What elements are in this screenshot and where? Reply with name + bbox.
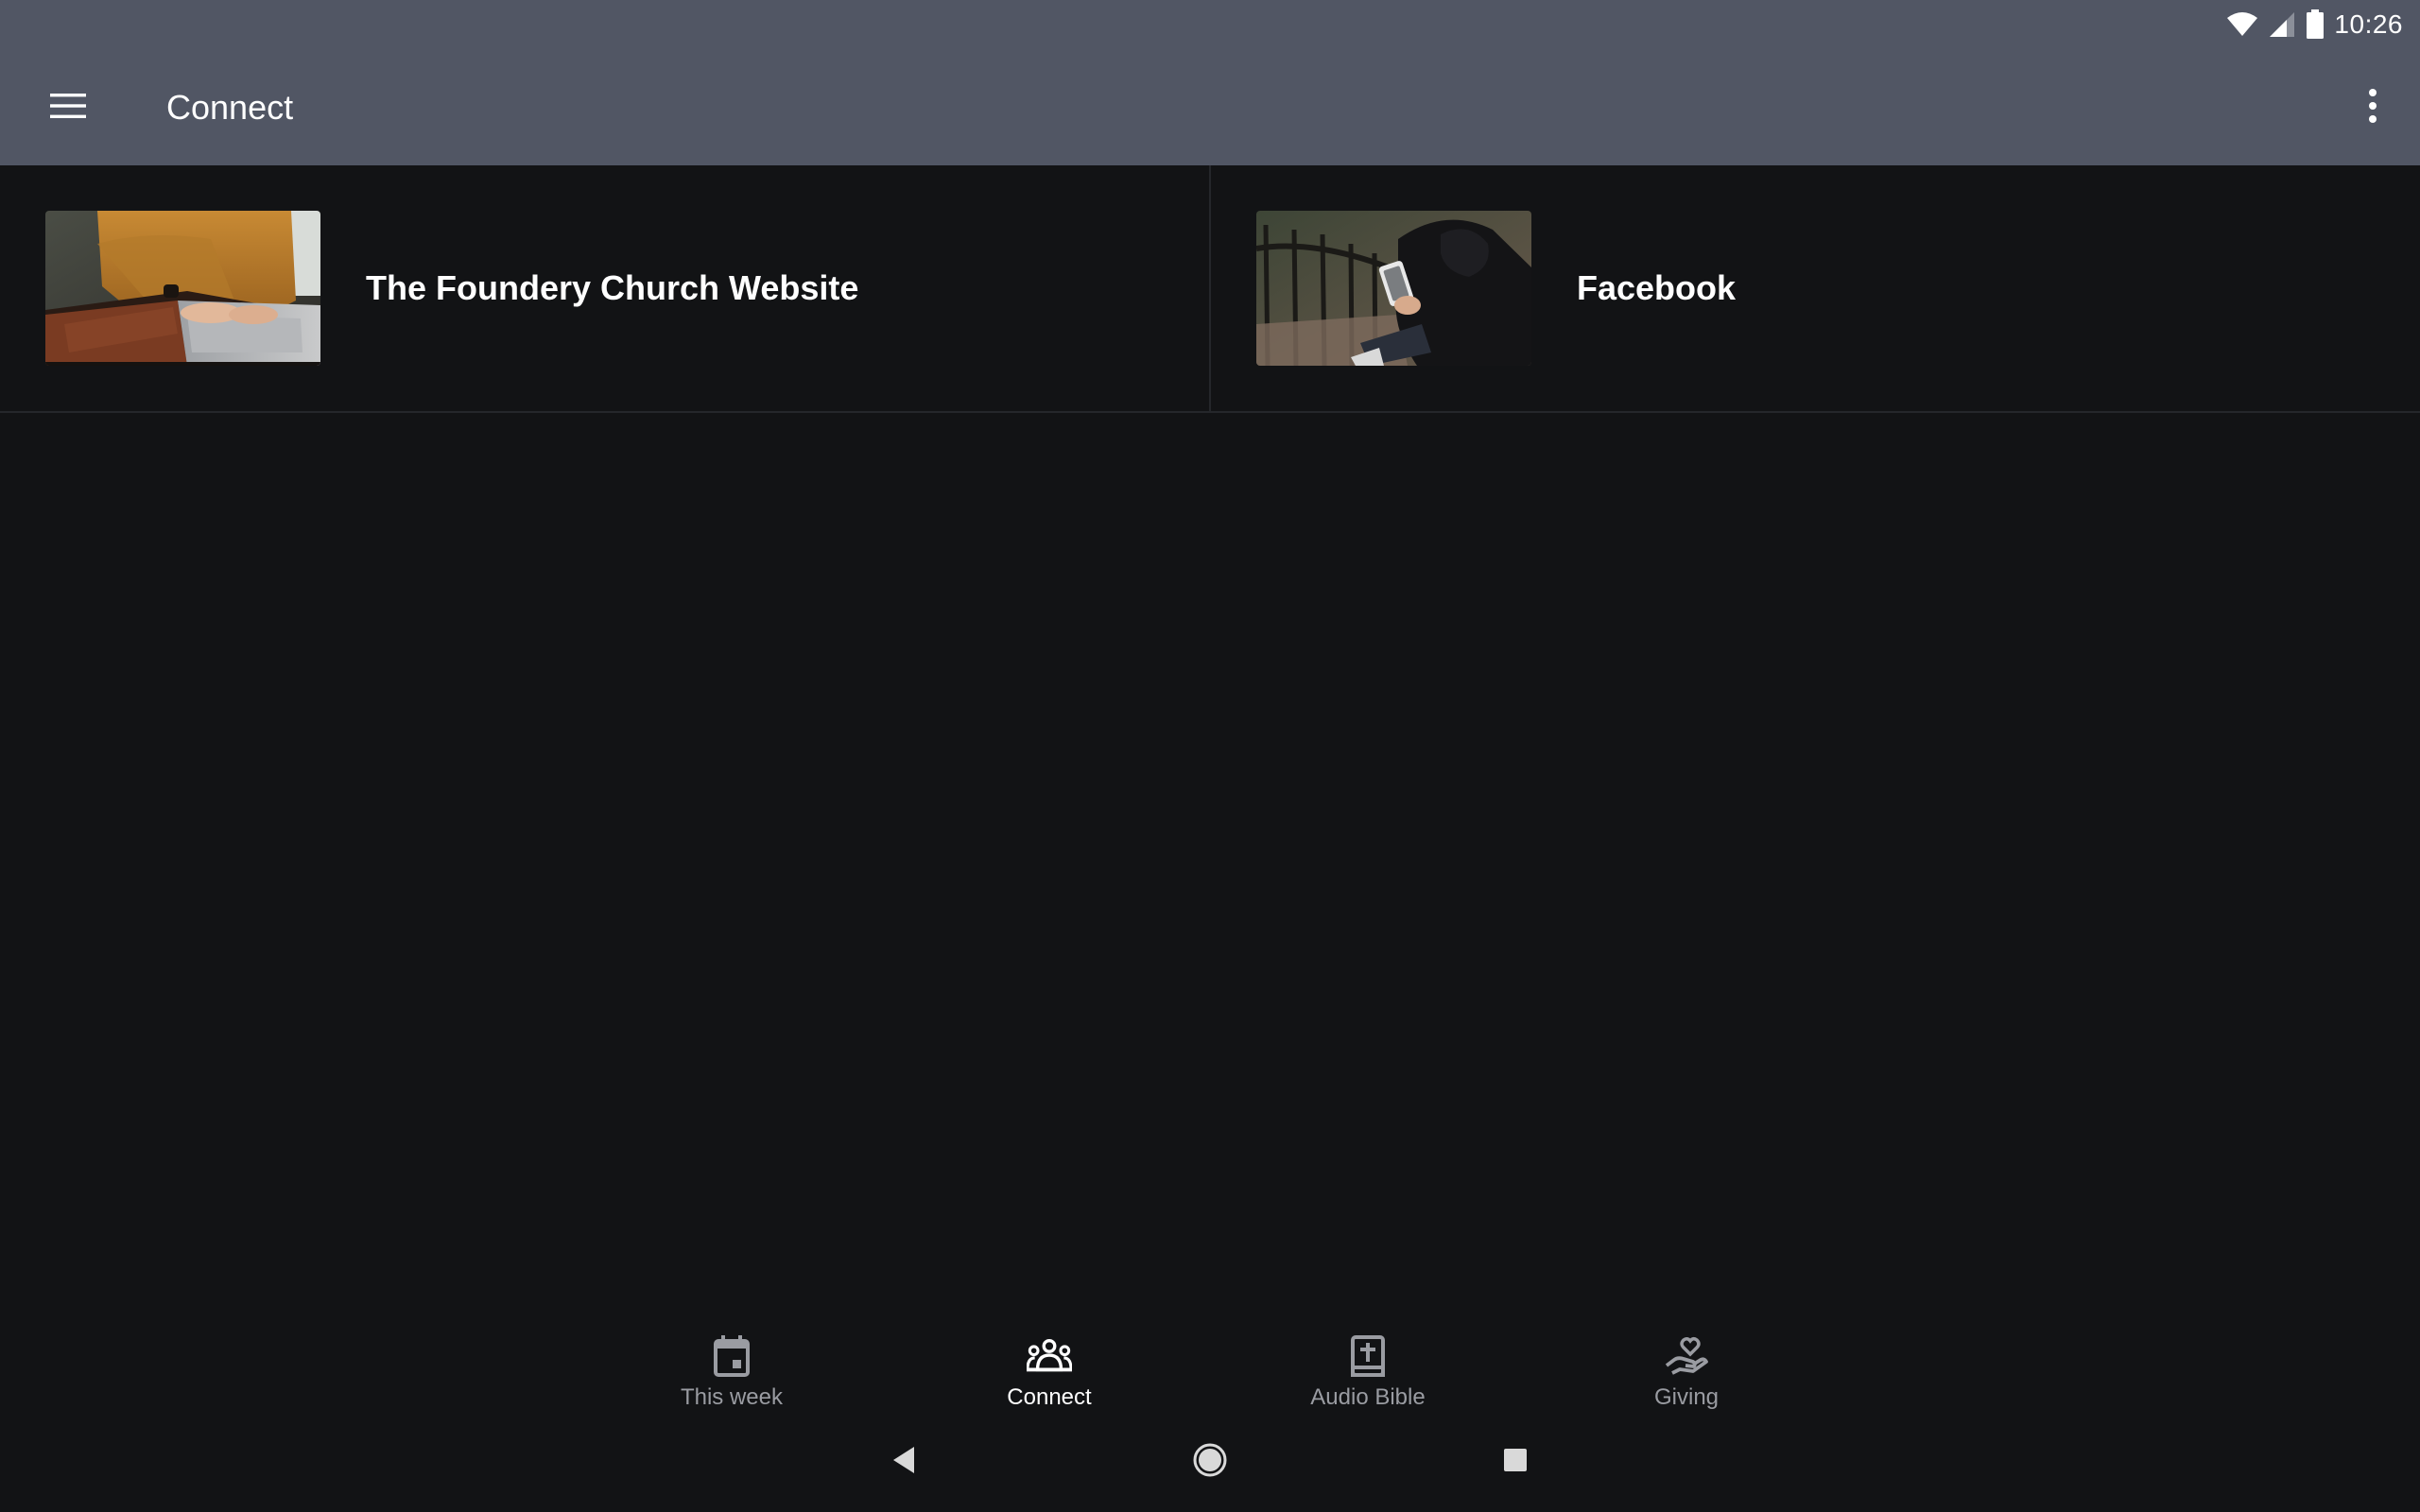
system-recents-button[interactable] [1489, 1435, 1542, 1488]
nav-label-giving: Giving [1653, 1384, 1720, 1410]
system-navigation-bar [0, 1415, 2420, 1512]
system-home-button[interactable] [1184, 1435, 1236, 1488]
more-vert-icon [2368, 88, 2377, 128]
facebook-thumbnail-image [1256, 211, 1531, 366]
giving-hand-heart-icon [1664, 1333, 1709, 1379]
overflow-menu-button[interactable] [2342, 81, 2403, 134]
nav-label-audio-bible: Audio Bible [1310, 1384, 1426, 1410]
bottom-navigation: This week Connect Audio Bible Giving [0, 1318, 2420, 1415]
back-icon [890, 1445, 918, 1480]
system-back-button[interactable] [877, 1435, 930, 1488]
nav-label-this-week: This week [680, 1384, 784, 1410]
website-thumbnail-image [45, 211, 320, 366]
cellular-signal-icon [2268, 11, 2296, 38]
page-title: Connect [166, 88, 294, 127]
link-cards-row: The Foundery Church Website Facebook [0, 165, 2420, 413]
wifi-icon [2226, 11, 2258, 38]
calendar-icon [709, 1333, 754, 1379]
home-icon [1192, 1442, 1228, 1483]
app-bar: Connect [0, 49, 2420, 165]
status-time: 10:26 [2334, 9, 2403, 39]
website-link-card[interactable]: The Foundery Church Website [0, 165, 1211, 411]
bible-icon [1345, 1333, 1391, 1379]
content-area: The Foundery Church Website Facebook [0, 165, 2420, 1299]
nav-label-connect: Connect [1007, 1384, 1092, 1410]
facebook-link-card[interactable]: Facebook [1211, 165, 2420, 411]
hamburger-menu-icon [50, 93, 86, 124]
recents-icon [1503, 1448, 1528, 1477]
battery-icon [2306, 9, 2325, 40]
nav-item-audio-bible[interactable]: Audio Bible [1273, 1333, 1462, 1418]
facebook-card-title: Facebook [1577, 268, 1737, 307]
top-bar-background: 10:26 Connect [0, 0, 2420, 165]
website-card-title: The Foundery Church Website [366, 268, 859, 307]
group-icon [1027, 1333, 1072, 1379]
status-bar: 10:26 [0, 0, 2420, 49]
menu-button[interactable] [42, 85, 95, 130]
nav-item-giving[interactable]: Giving [1592, 1333, 1781, 1418]
nav-item-this-week[interactable]: This week [637, 1333, 826, 1418]
nav-item-connect[interactable]: Connect [955, 1333, 1144, 1418]
status-indicators: 10:26 [2226, 6, 2403, 43]
